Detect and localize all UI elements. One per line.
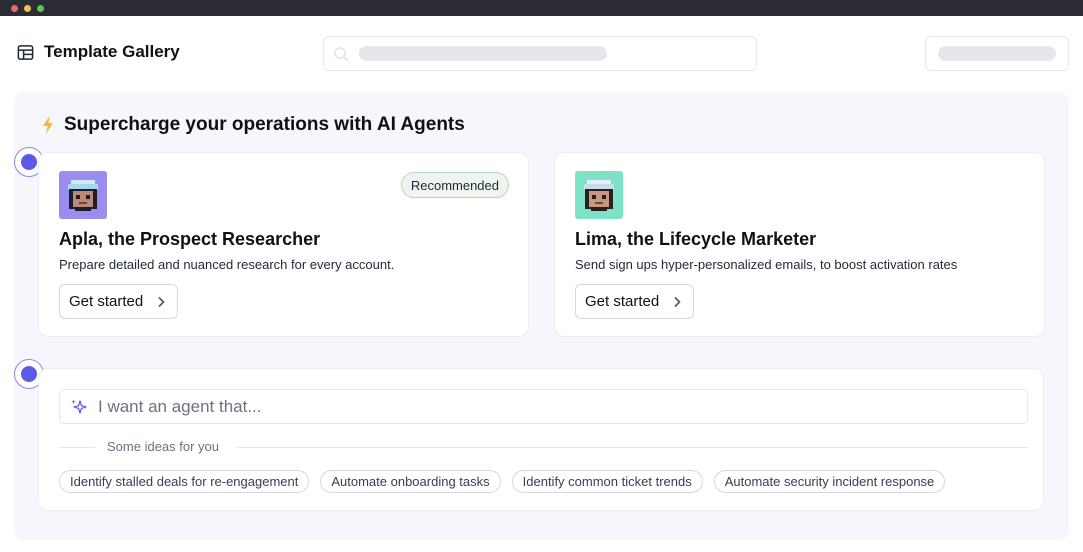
agent-name: Apla, the Prospect Researcher: [59, 229, 321, 249]
agent-card-lima[interactable]: Lima, the Lifecycle Marketer Send sign u…: [554, 152, 1045, 337]
idea-chip[interactable]: Identify common ticket trends: [511, 470, 703, 493]
idea-chip[interactable]: Automate onboarding tasks: [320, 470, 501, 493]
get-started-label: Get started: [69, 293, 144, 310]
window-titlebar: [0, 0, 1083, 16]
sparkle-icon: [71, 399, 87, 414]
agents-panel: Supercharge your operations with AI Agen…: [14, 92, 1069, 540]
page-title: Template Gallery: [16, 42, 180, 62]
lightning-icon: [43, 116, 53, 134]
chevron-right-icon: [674, 296, 681, 308]
idea-chip[interactable]: Automate security incident response: [713, 470, 946, 493]
robot-avatar-icon: [584, 180, 614, 211]
agent-avatar-lima: [575, 171, 623, 219]
agent-name: Lima, the Lifecycle Marketer: [575, 229, 817, 249]
robot-avatar-icon: [68, 180, 98, 211]
idea-chip[interactable]: Identify stalled deals for re-engagement: [59, 470, 310, 493]
agent-description: Prepare detailed and nuanced research fo…: [59, 257, 395, 272]
chevron-right-icon: [158, 296, 165, 308]
recommended-badge: Recommended: [400, 172, 509, 198]
agent-prompt-input[interactable]: [98, 390, 1018, 423]
get-started-button[interactable]: Get started: [59, 284, 179, 319]
get-started-button[interactable]: Get started: [575, 284, 695, 319]
section-title-text: Supercharge your operations with AI Agen…: [64, 114, 465, 135]
page-title-text: Template Gallery: [44, 42, 180, 61]
search-placeholder-skeleton: [359, 46, 607, 61]
header-action-button[interactable]: [925, 36, 1069, 71]
maximize-window-dot[interactable]: [37, 4, 44, 12]
minimize-window-dot[interactable]: [24, 4, 31, 12]
close-window-dot[interactable]: [11, 4, 18, 12]
search-input[interactable]: [323, 36, 757, 71]
agent-card-apla[interactable]: Recommended Apla, the Prospect Researche…: [38, 152, 529, 337]
agent-prompt-field[interactable]: [59, 389, 1028, 424]
section-title: Supercharge your operations with AI Agen…: [40, 114, 465, 136]
get-started-label: Get started: [585, 293, 660, 310]
idea-chips: Identify stalled deals for re-engagement…: [59, 470, 946, 493]
ideas-divider: Some ideas for you: [59, 439, 1028, 457]
agent-avatar-apla: [59, 171, 107, 219]
agent-description: Send sign ups hyper-personalized emails,…: [575, 257, 958, 272]
ideas-label: Some ideas for you: [107, 439, 220, 454]
gallery-icon: [17, 44, 34, 60]
search-icon: [334, 47, 349, 62]
header: Template Gallery: [0, 16, 1083, 92]
agent-prompt-card: Some ideas for you Identify stalled deal…: [38, 368, 1044, 511]
header-action-skeleton: [938, 46, 1056, 61]
